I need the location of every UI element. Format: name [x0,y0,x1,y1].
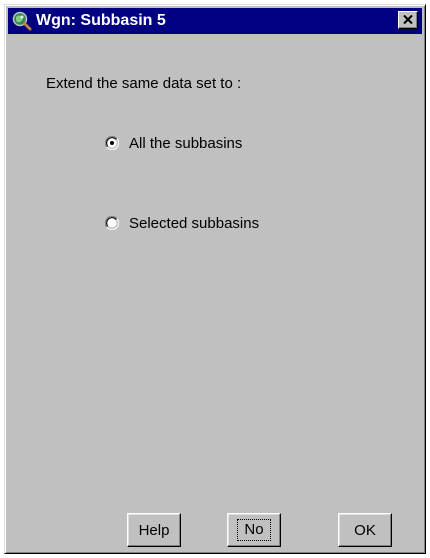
ok-button-label: OK [354,521,376,539]
option-label: Selected subbasins [129,214,260,232]
close-button[interactable] [398,11,418,29]
help-button[interactable]: Help [127,513,181,547]
title-bar[interactable]: Wgn: Subbasin 5 [8,8,422,34]
dialog-window: Wgn: Subbasin 5 Extend the same data set… [4,4,426,554]
no-button-label: No [237,519,271,541]
radio-button-all[interactable] [104,135,120,151]
no-button[interactable]: No [227,513,281,547]
ok-button[interactable]: OK [338,513,392,547]
radio-button-selected[interactable] [104,215,120,231]
option-label: All the subbasins [129,134,243,152]
help-button-label: Help [138,521,170,539]
option-all-subbasins[interactable]: All the subbasins [104,133,243,153]
option-selected-subbasins[interactable]: Selected subbasins [104,213,260,233]
prompt-text: Extend the same data set to : [46,75,242,92]
close-icon [403,15,413,24]
magnifier-globe-icon [12,11,32,31]
window-title: Wgn: Subbasin 5 [36,12,166,29]
